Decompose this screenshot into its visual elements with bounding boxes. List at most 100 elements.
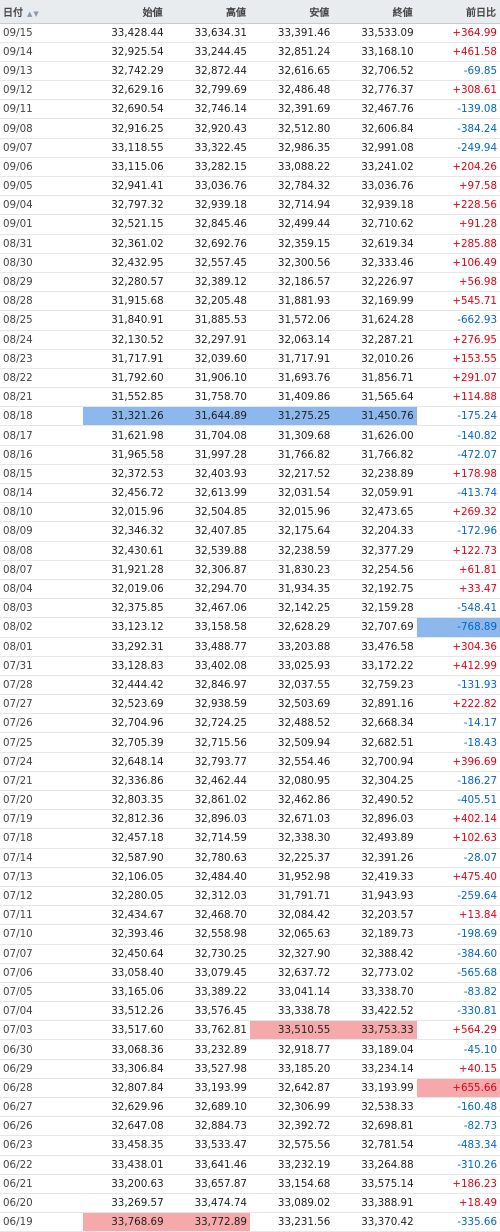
cell-date: 09/12 (0, 80, 84, 101)
cell-low: 32,986.35 (249, 138, 334, 158)
cell-change: -28.07 (416, 848, 500, 868)
cell-close: 32,682.51 (333, 732, 417, 753)
cell-change: -405.51 (416, 790, 500, 811)
cell-change: -413.74 (416, 483, 500, 504)
cell-high: 32,557.45 (166, 253, 250, 273)
cell-high: 32,468.70 (166, 905, 250, 926)
cell-date: 07/03 (0, 1020, 84, 1041)
cell-open: 33,058.40 (83, 963, 167, 983)
cell-change: +33.47 (416, 579, 500, 600)
table-row: 06/19 33,768.69 33,772.89 33,231.56 33,370.4… (0, 1212, 500, 1232)
cell-open: 32,742.29 (83, 61, 167, 82)
cell-close: 33,575.14 (333, 1174, 417, 1194)
column-header-low: 安値 (249, 0, 334, 24)
table-row: 08/18 31,321.26 31,644.89 31,275.25 31,450.7… (0, 406, 500, 427)
cell-change: +276.95 (416, 330, 500, 350)
cell-high: 32,539.88 (166, 541, 250, 561)
cell-high: 32,689.10 (166, 1097, 250, 1118)
cell-open: 33,428.44 (83, 23, 167, 43)
cell-high: 32,462.44 (166, 771, 250, 792)
cell-close: 33,036.76 (333, 176, 417, 197)
cell-close: 31,450.76 (333, 406, 417, 427)
cell-low: 32,063.14 (249, 330, 334, 350)
cell-close: 33,172.22 (333, 656, 417, 676)
cell-close: 32,204.33 (333, 521, 417, 542)
cell-high: 32,938.59 (166, 694, 250, 715)
cell-open: 32,430.61 (83, 541, 167, 561)
cell-change: -335.66 (416, 1212, 500, 1232)
cell-change: -160.48 (416, 1097, 500, 1118)
table-row: 08/31 32,361.02 32,692.76 32,359.15 32,619.3… (0, 234, 500, 254)
cell-change: -768.89 (416, 617, 500, 638)
cell-date: 09/15 (0, 23, 84, 43)
cell-low: 33,185.20 (249, 1059, 334, 1079)
table-row: 09/04 32,797.32 32,939.18 32,714.94 32,939.1… (0, 195, 500, 216)
cell-date: 08/23 (0, 349, 84, 369)
cell-low: 32,217.52 (249, 464, 334, 485)
cell-low: 31,952.98 (249, 867, 334, 887)
cell-close: 32,896.03 (333, 809, 417, 830)
cell-close: 33,193.99 (333, 1078, 417, 1099)
cell-high: 31,644.89 (166, 406, 250, 427)
table-row: 09/12 32,629.16 32,799.69 32,486.48 32,776.3… (0, 80, 500, 101)
cell-change: -139.08 (416, 99, 500, 120)
cell-open: 32,456.72 (83, 483, 167, 504)
table-row: 08/25 31,840.91 31,885.53 31,572.06 31,624.2… (0, 310, 500, 331)
cell-high: 33,079.45 (166, 963, 250, 983)
cell-date: 07/11 (0, 905, 84, 926)
column-header-date[interactable]: 日付 ▲▼ (0, 0, 84, 24)
table-row: 06/23 33,458.35 33,533.47 32,575.56 32,781.5… (0, 1135, 500, 1156)
table-row: 06/26 32,647.08 32,884.73 32,392.72 32,698.8… (0, 1116, 500, 1137)
cell-open: 31,717.91 (83, 349, 167, 369)
cell-open: 32,941.41 (83, 176, 167, 197)
cell-high: 33,533.47 (166, 1135, 250, 1156)
cell-close: 33,533.09 (333, 23, 417, 43)
cell-low: 32,503.69 (249, 694, 334, 715)
cell-date: 07/21 (0, 771, 84, 792)
cell-high: 32,039.60 (166, 349, 250, 369)
cell-change: -310.26 (416, 1155, 500, 1175)
table-header-row: 日付 ▲▼ 始値 高値 安値 終値 前日比 (0, 0, 500, 24)
sort-arrows-icon[interactable]: ▲▼ (27, 10, 40, 18)
cell-date: 07/10 (0, 924, 84, 945)
cell-close: 32,619.34 (333, 234, 417, 254)
cell-low: 32,238.59 (249, 541, 334, 561)
cell-low: 31,309.68 (249, 425, 334, 446)
cell-low: 31,693.76 (249, 368, 334, 389)
table-row: 08/21 31,552.85 31,758.70 31,409.86 31,565.6… (0, 387, 500, 408)
cell-open: 32,647.08 (83, 1116, 167, 1137)
cell-close: 32,467.76 (333, 99, 417, 120)
cell-open: 32,629.16 (83, 80, 167, 101)
cell-high: 33,657.87 (166, 1174, 250, 1194)
table-row: 08/16 31,965.58 31,997.28 31,766.82 31,766.8… (0, 445, 500, 465)
table-row: 07/28 32,444.42 32,846.97 32,037.55 32,759.2… (0, 675, 500, 696)
table-row: 06/28 32,807.84 33,193.99 32,642.87 33,193.9… (0, 1078, 500, 1099)
cell-high: 32,205.48 (166, 291, 250, 312)
table-row: 06/20 33,269.57 33,474.74 33,089.02 33,388.9… (0, 1193, 500, 1214)
cell-date: 08/21 (0, 387, 84, 408)
cell-open: 31,321.26 (83, 406, 167, 427)
table-row: 07/24 32,648.14 32,793.77 32,554.46 32,700.9… (0, 752, 500, 772)
cell-high: 33,576.45 (166, 1001, 250, 1022)
cell-high: 31,997.28 (166, 445, 250, 465)
cell-high: 33,244.45 (166, 42, 250, 62)
cell-date: 07/31 (0, 656, 84, 676)
cell-date: 09/05 (0, 176, 84, 197)
cell-change: +91.28 (416, 214, 500, 235)
cell-high: 32,297.91 (166, 330, 250, 350)
cell-change: -83.82 (416, 982, 500, 1003)
table-row: 09/01 32,521.15 32,845.46 32,499.44 32,710.6… (0, 214, 500, 235)
cell-open: 32,361.02 (83, 234, 167, 254)
cell-change: +304.36 (416, 637, 500, 657)
cell-open: 31,840.91 (83, 310, 167, 331)
cell-change: +655.66 (416, 1078, 500, 1099)
cell-low: 32,642.87 (249, 1078, 334, 1099)
cell-date: 07/12 (0, 886, 84, 907)
cell-close: 32,710.62 (333, 214, 417, 235)
cell-high: 33,282.15 (166, 157, 250, 178)
cell-high: 32,939.18 (166, 195, 250, 216)
table-row: 08/01 33,292.31 33,488.77 33,203.88 33,476.5… (0, 637, 500, 657)
cell-date: 08/10 (0, 502, 84, 523)
cell-change: +222.82 (416, 694, 500, 715)
cell-change: -14.17 (416, 713, 500, 734)
